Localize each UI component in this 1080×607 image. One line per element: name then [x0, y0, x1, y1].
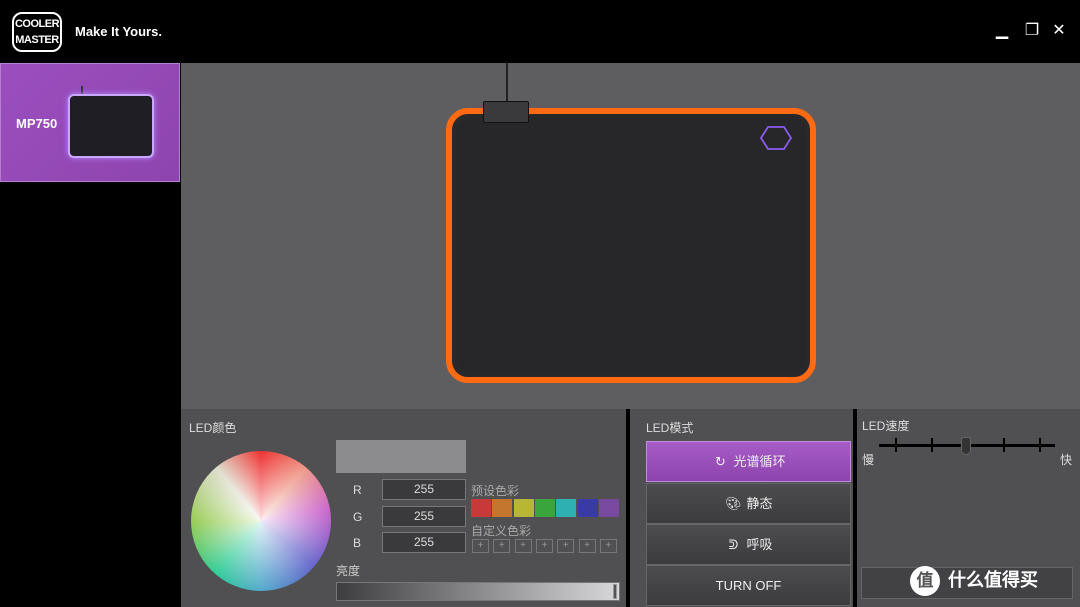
cooler-master-logo: COOLER MASTER [12, 12, 62, 52]
preset-color-swatch[interactable] [492, 499, 513, 517]
g-input[interactable]: 255 [382, 506, 466, 527]
led-color-panel: LED颜色 R 255 G 255 B 255 预设色彩 自定义色彩 + + + + +… [181, 409, 626, 607]
speed-tick [931, 438, 933, 452]
device-name: MP750 [16, 116, 58, 131]
add-custom-color-button[interactable]: + [557, 539, 575, 553]
minimize-button[interactable]: ▁ [991, 20, 1013, 42]
watermark-text: 什么值得买 [948, 570, 1038, 590]
g-label: G [353, 510, 363, 524]
led-speed-title: LED速度 [862, 419, 910, 433]
refresh-icon: ↻ [715, 454, 726, 469]
speed-tick [1039, 438, 1041, 452]
preset-color-swatch[interactable] [513, 499, 534, 517]
speed-slow-label: 慢 [862, 453, 875, 467]
add-custom-color-button[interactable]: + [599, 539, 617, 553]
logo-text-top: COOLER [14, 18, 60, 30]
tagline: Make It Yours. [75, 24, 162, 39]
mode-label: TURN OFF [715, 578, 782, 593]
custom-colors-label: 自定义色彩 [471, 524, 532, 538]
preset-color-swatch[interactable] [598, 499, 619, 517]
mode-label: 呼吸 [746, 537, 773, 552]
mode-breathing-button[interactable]: ᕲ 呼吸 [646, 524, 851, 565]
preset-color-swatch[interactable] [556, 499, 577, 517]
led-color-title: LED颜色 [189, 421, 237, 435]
b-input[interactable]: 255 [382, 532, 466, 553]
preset-color-swatch[interactable] [577, 499, 598, 517]
speed-fast-label: 快 [1060, 453, 1073, 467]
brightness-slider[interactable] [336, 582, 620, 601]
cable-connector [483, 101, 529, 123]
title-bar: COOLER MASTER Make It Yours. ▁ ❐ ✕ [0, 0, 1080, 63]
color-wheel[interactable] [191, 451, 331, 591]
maximize-button[interactable]: ❐ [1021, 20, 1043, 42]
preset-color-swatch[interactable] [471, 499, 491, 517]
logo-text-bottom: MASTER [15, 34, 59, 46]
cooler-master-hex-icon [759, 126, 793, 150]
mode-label: 静态 [746, 496, 773, 511]
mode-label: 光谱循环 [733, 454, 786, 469]
preset-colors-label: 预设色彩 [471, 484, 520, 498]
mode-spectrum-cycle-button[interactable]: ↻ 光谱循环 [646, 441, 851, 482]
add-custom-color-button[interactable]: + [493, 539, 511, 553]
lungs-icon: ᕲ [728, 537, 739, 552]
add-custom-color-button[interactable]: + [472, 539, 489, 553]
speed-tick [1003, 438, 1005, 452]
device-preview-area [181, 63, 1080, 409]
device-card-mp750[interactable]: MP750 [0, 63, 180, 182]
speed-slider-handle[interactable] [961, 437, 971, 455]
mousepad-surface [456, 118, 806, 373]
b-label: B [353, 536, 362, 550]
led-mode-title: LED模式 [646, 421, 694, 435]
palette-icon: 🎨︎ [725, 496, 742, 511]
close-button[interactable]: ✕ [1048, 20, 1070, 42]
mode-static-button[interactable]: 🎨︎ 静态 [646, 483, 851, 524]
speed-tick [895, 438, 897, 452]
r-label: R [353, 483, 362, 497]
led-mode-panel: LED模式 ↻ 光谱循环 🎨︎ 静态 ᕲ 呼吸 TURN OFF [630, 409, 853, 607]
device-sidebar: MP750 [0, 63, 181, 607]
watermark-badge-icon: 值 [910, 566, 940, 597]
brightness-label: 亮度 [336, 564, 361, 578]
add-custom-color-button[interactable]: + [535, 539, 553, 553]
current-color-swatch [336, 440, 466, 473]
usb-cable [506, 63, 508, 103]
add-custom-color-button[interactable]: + [578, 539, 596, 553]
mousepad-thumbnail [68, 94, 154, 158]
mode-turn-off-button[interactable]: TURN OFF [646, 565, 851, 606]
r-input[interactable]: 255 [382, 479, 466, 500]
brightness-slider-handle[interactable] [613, 584, 617, 599]
preset-color-swatch[interactable] [534, 499, 555, 517]
add-custom-color-button[interactable]: + [514, 539, 532, 553]
watermark: 值什么值得买 [910, 563, 1038, 597]
